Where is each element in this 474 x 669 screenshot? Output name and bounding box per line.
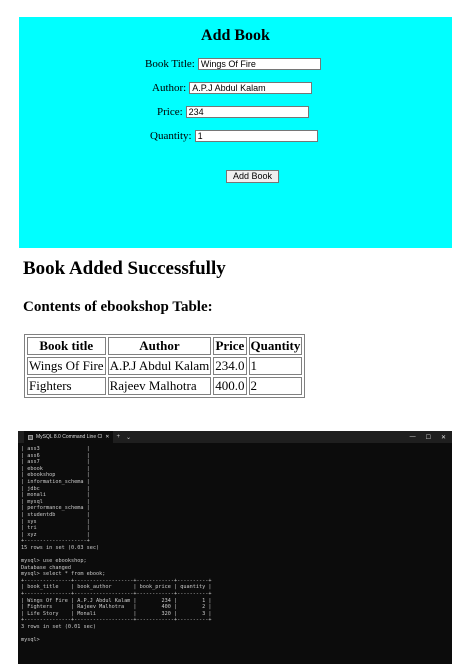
close-tab-icon[interactable]: ✕ xyxy=(105,434,109,440)
terminal-line: | studentdb | xyxy=(21,511,90,518)
terminal-line: | mysql | xyxy=(21,498,90,505)
ebookshop-table: Book title Author Price Quantity Wings O… xyxy=(24,334,306,398)
terminal-line: | ebookshop | xyxy=(21,472,90,479)
terminal-line: | ass7 | xyxy=(21,459,90,466)
author-label: Author: xyxy=(152,82,187,94)
price-row: Price: xyxy=(157,105,309,119)
table-cell: 400.0 xyxy=(213,377,247,395)
terminal-line: mysql> xyxy=(21,637,40,644)
terminal-icon xyxy=(28,434,33,440)
table-cell: A.P.J Abdul Kalam xyxy=(107,357,212,375)
title-input[interactable] xyxy=(197,58,321,70)
terminal-line: +--------------------+ xyxy=(21,538,90,545)
close-window-icon[interactable]: ✕ xyxy=(441,434,446,441)
author-row: Author: xyxy=(152,81,313,95)
terminal-tab[interactable]: MySQL 8.0 Command Line Cl ✕ xyxy=(24,431,114,443)
table-cell: Wings Of Fire xyxy=(27,357,106,375)
quantity-label: Quantity: xyxy=(150,130,192,142)
column-header: Quantity xyxy=(248,337,303,355)
terminal-line: 15 rows in set (0.03 sec) xyxy=(21,544,100,551)
terminal-line: | ass6 | xyxy=(21,452,90,459)
table-cell: 2 xyxy=(248,377,303,395)
terminal-line: | information_schema | xyxy=(21,478,90,485)
new-tab-button[interactable]: + xyxy=(113,434,123,440)
terminal-line: | monali | xyxy=(21,492,90,499)
terminal-line: | ebook | xyxy=(21,465,90,472)
table-heading: Contents of ebookshop Table: xyxy=(23,299,213,315)
terminal-line: | xyz | xyxy=(21,531,90,538)
terminal-output: | ass3 | | ass6 | | ass7 | | ebook | | ebook… xyxy=(18,443,452,644)
success-message: Book Added Successfully xyxy=(23,258,226,279)
title-label: Book Title: xyxy=(145,58,195,70)
title-row: Book Title: xyxy=(145,57,321,71)
terminal-line: | Life Story | Monali | 320 | 3 | xyxy=(21,610,212,617)
terminal-line: | jdbc | xyxy=(21,485,90,492)
terminal-line: Database changed xyxy=(21,564,71,571)
table-row: Fighters Rajeev Malhotra 400.0 2 xyxy=(27,377,303,395)
quantity-row: Quantity: xyxy=(150,129,318,143)
terminal-line: | performance_schema | xyxy=(21,505,90,512)
minimize-icon[interactable]: — xyxy=(410,434,416,441)
terminal-line: mysql> select * from ebook; xyxy=(21,571,106,578)
column-header: Author xyxy=(107,337,212,355)
table-cell: Fighters xyxy=(27,377,106,395)
quantity-input[interactable] xyxy=(194,130,318,142)
price-input[interactable] xyxy=(185,106,309,118)
terminal-line: mysql> use ebookshop; xyxy=(21,558,87,565)
terminal-line: | ass3 | xyxy=(21,446,90,452)
column-header: Price xyxy=(213,337,247,355)
add-book-form: Add Book Book Title: Author: Price: Quan… xyxy=(19,17,452,248)
terminal-line: 3 rows in set (0.01 sec) xyxy=(21,624,96,631)
maximize-icon[interactable]: ☐ xyxy=(426,434,431,441)
price-label: Price: xyxy=(157,106,183,118)
terminal-tab-title: MySQL 8.0 Command Line Cl xyxy=(36,434,103,440)
column-header: Book title xyxy=(27,337,106,355)
tab-dropdown-icon[interactable]: ⌄ xyxy=(123,434,134,441)
table-cell: 234.0 xyxy=(213,357,247,375)
mysql-terminal-window: MySQL 8.0 Command Line Cl ✕ + ⌄ — ☐ ✕ | … xyxy=(18,431,452,664)
window-controls: — ☐ ✕ xyxy=(410,434,452,441)
terminal-line: +---------------+-------------------+---… xyxy=(21,617,212,624)
terminal-line: | Fighters | Rajeev Malhotra | 400 | 2 | xyxy=(21,604,212,611)
add-book-button[interactable]: Add Book xyxy=(226,170,279,183)
terminal-line: | tri | xyxy=(21,525,90,532)
form-heading: Add Book xyxy=(201,27,270,44)
terminal-titlebar: MySQL 8.0 Command Line Cl ✕ + ⌄ — ☐ ✕ xyxy=(18,431,452,443)
author-input[interactable] xyxy=(189,82,313,94)
terminal-line: | sys | xyxy=(21,518,90,525)
terminal-line: +---------------+-------------------+---… xyxy=(21,577,212,584)
terminal-line: +---------------+-------------------+---… xyxy=(21,591,212,598)
table-row: Wings Of Fire A.P.J Abdul Kalam 234.0 1 xyxy=(27,357,303,375)
terminal-line: | Wings Of Fire | A.P.J Abdul Kalam | 23… xyxy=(21,597,212,604)
terminal-line: | book_title | book_author | book_price … xyxy=(21,584,212,591)
table-cell: Rajeev Malhotra xyxy=(107,377,212,395)
table-header-row: Book title Author Price Quantity xyxy=(27,337,303,355)
table-cell: 1 xyxy=(248,357,303,375)
